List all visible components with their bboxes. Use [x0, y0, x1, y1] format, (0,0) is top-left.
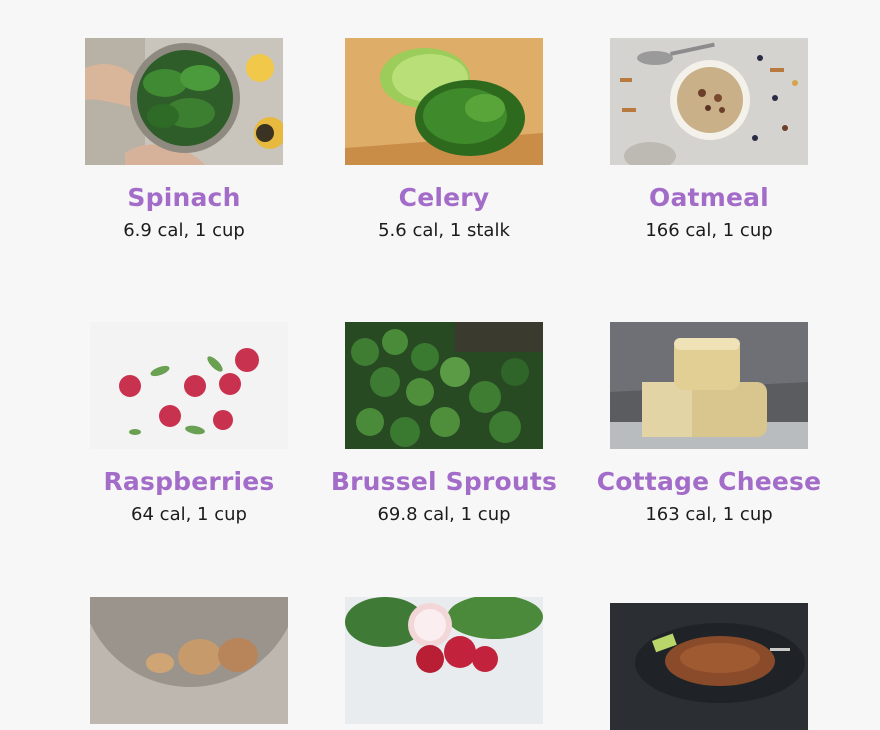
cheese-photo[interactable] [610, 322, 808, 449]
food-calories: 166 cal, 1 cup [645, 220, 773, 241]
food-name[interactable]: Celery [314, 183, 574, 213]
food-card-oatmeal[interactable]: Oatmeal 166 cal, 1 cup [579, 38, 839, 243]
celery-photo[interactable] [345, 38, 543, 165]
food-card-brussel-sprouts[interactable]: Brussel Sprouts 69.8 cal, 1 cup [314, 322, 574, 527]
brussel-sprouts-photo[interactable] [345, 322, 543, 449]
food-name[interactable]: Oatmeal [579, 183, 839, 213]
food-card-celery[interactable]: Celery 5.6 cal, 1 stalk [314, 38, 574, 243]
food-card-raspberries[interactable]: Raspberries 64 cal, 1 cup [59, 322, 319, 527]
food-calories: 5.6 cal, 1 stalk [378, 220, 510, 241]
radishes-photo[interactable] [345, 597, 543, 724]
oatmeal-photo[interactable] [610, 38, 808, 165]
food-calories: 69.8 cal, 1 cup [377, 504, 511, 525]
food-calories: 163 cal, 1 cup [645, 504, 773, 525]
raspberries-photo[interactable] [90, 322, 288, 449]
food-name[interactable]: Spinach [54, 183, 314, 213]
food-calories: 64 cal, 1 cup [131, 504, 247, 525]
food-name[interactable]: Cottage Cheese [579, 467, 839, 497]
spinach-photo[interactable] [85, 38, 283, 165]
food-card-spinach[interactable]: Spinach 6.9 cal, 1 cup [54, 38, 314, 243]
food-grid: Spinach 6.9 cal, 1 cup Celery 5.6 cal, 1… [0, 0, 880, 730]
food-name[interactable]: Raspberries [59, 467, 319, 497]
eggs-photo[interactable] [90, 597, 288, 724]
food-card-grilled-dish[interactable] [579, 603, 839, 730]
food-card-cottage-cheese[interactable]: Cottage Cheese 163 cal, 1 cup [579, 322, 839, 527]
grilled-dish-photo[interactable] [610, 603, 808, 730]
food-name[interactable]: Brussel Sprouts [314, 467, 574, 497]
food-calories: 6.9 cal, 1 cup [123, 220, 245, 241]
food-card-radishes[interactable] [314, 597, 574, 724]
food-card-eggs[interactable] [59, 597, 319, 724]
